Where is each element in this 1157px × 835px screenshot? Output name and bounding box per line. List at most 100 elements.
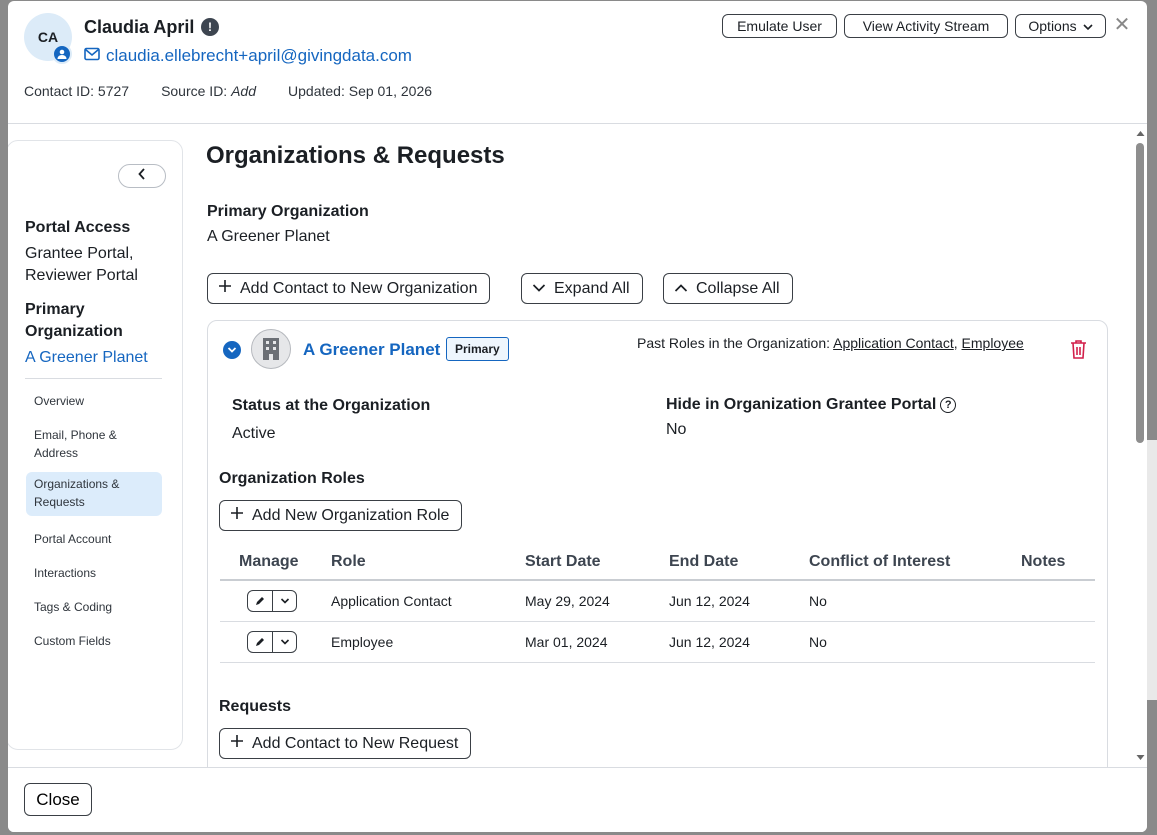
collapse-all-button[interactable]: Collapse All (663, 273, 793, 304)
end-date-cell: Jun 12, 2024 (669, 580, 809, 622)
portal-access-value-line1: Grantee Portal, (25, 245, 134, 262)
collapse-sidebar-button[interactable] (118, 164, 166, 188)
chevron-down-icon (532, 280, 546, 298)
manage-split-button (247, 589, 297, 612)
button-label: Add Contact to New Request (252, 734, 459, 752)
background-page-edge (1147, 440, 1157, 700)
primary-org-value: A Greener Planet (207, 228, 330, 245)
view-activity-stream-button[interactable]: View Activity Stream (844, 14, 1008, 38)
building-icon (251, 329, 291, 369)
hide-in-portal-value: No (666, 421, 687, 438)
organization-name-link[interactable]: A Greener Planet (303, 340, 440, 360)
source-id-label: Source ID: (161, 83, 228, 99)
contact-modal: CA Claudia April ! claudia.ellebrecht+ap… (8, 1, 1147, 832)
plus-icon (230, 506, 244, 525)
help-icon[interactable]: ? (940, 397, 957, 413)
conflict-cell: No (809, 580, 1021, 622)
options-dropdown-button[interactable]: Options (1015, 14, 1106, 38)
plus-icon (218, 279, 232, 298)
notes-cell (1021, 580, 1095, 622)
updated-date: Updated: Sep 01, 2026 (288, 83, 433, 99)
sidebar-primary-org-link[interactable]: A Greener Planet (25, 349, 148, 367)
primary-org-heading-line1: Primary (25, 301, 85, 318)
button-label: Add Contact to New Organization (240, 279, 478, 297)
col-conflict-of-interest: Conflict of Interest (809, 545, 1021, 581)
expand-all-button[interactable]: Expand All (521, 273, 643, 304)
primary-org-label: Primary Organization (207, 203, 369, 220)
role-cell: Employee (331, 621, 525, 663)
add-contact-to-new-request-button[interactable]: Add Contact to New Request (219, 728, 472, 759)
sidebar-item-email-phone-address[interactable]: Email, Phone & Address (26, 423, 162, 465)
col-role: Role (331, 545, 525, 581)
status-value: Active (232, 425, 276, 442)
sidebar-item-label: Email, Phone & (34, 428, 117, 442)
chevron-down-icon (1083, 18, 1093, 34)
status-label: Status at the Organization (232, 397, 431, 414)
start-date-cell: May 29, 2024 (525, 580, 669, 622)
requests-heading: Requests (219, 698, 292, 715)
past-role-link-employee[interactable]: Employee (962, 335, 1024, 351)
hide-in-portal-label-text: Hide in Organization Grantee Portal (666, 396, 937, 413)
notes-cell (1021, 621, 1095, 663)
past-role-link-application-contact[interactable]: Application Contact (833, 335, 954, 351)
sidebar-item-organizations-requests[interactable]: Organizations & Requests (26, 472, 162, 516)
contact-email-link[interactable]: claudia.ellebrecht+april@givingdata.com (84, 46, 412, 66)
source-id: Source ID: Add (161, 83, 256, 99)
plus-icon (230, 734, 244, 753)
alert-icon[interactable]: ! (201, 18, 219, 36)
button-label: Expand All (554, 279, 630, 297)
chevron-down-icon[interactable] (272, 631, 296, 652)
sidebar-item-interactions[interactable]: Interactions (26, 561, 162, 585)
end-date-cell: Jun 12, 2024 (669, 621, 809, 663)
primary-org-heading-line2: Organization (25, 323, 123, 340)
conflict-cell: No (809, 621, 1021, 663)
col-end-date: End Date (669, 545, 809, 581)
collapse-org-chevron-icon[interactable] (223, 341, 241, 359)
close-icon[interactable]: ✕ (1112, 15, 1132, 35)
portal-access-heading: Portal Access (25, 219, 131, 236)
pencil-icon[interactable] (248, 591, 272, 611)
chevron-down-icon[interactable] (272, 590, 296, 611)
col-manage: Manage (220, 545, 331, 581)
user-icon (52, 44, 72, 64)
scrollbar-thumb[interactable] (1136, 143, 1144, 443)
table-row: Employee Mar 01, 2024 Jun 12, 2024 No (220, 621, 1095, 663)
hide-in-portal-label: Hide in Organization Grantee Portal? (666, 396, 957, 414)
organization-roles-table: Manage Role Start Date End Date Conflict… (220, 545, 1095, 663)
contact-id: Contact ID: 5727 (24, 83, 130, 99)
primary-badge: Primary (446, 337, 509, 361)
modal-footer (8, 767, 1147, 832)
role-cell: Application Contact (331, 580, 525, 622)
pencil-icon[interactable] (248, 632, 272, 652)
add-new-organization-role-button[interactable]: Add New Organization Role (219, 500, 463, 531)
start-date-cell: Mar 01, 2024 (525, 621, 669, 663)
close-button[interactable]: Close (24, 783, 92, 816)
sidebar-item-label: Address (34, 446, 79, 460)
col-start-date: Start Date (525, 545, 669, 581)
manage-cell (220, 621, 331, 663)
table-row: Application Contact May 29, 2024 Jun 12,… (220, 580, 1095, 622)
contact-name: Claudia April (84, 17, 195, 37)
emulate-user-button[interactable]: Emulate User (722, 14, 837, 38)
portal-access-value-line2: Reviewer Portal (25, 267, 138, 284)
trash-icon[interactable] (1070, 339, 1087, 364)
chevron-left-icon (138, 167, 146, 185)
manage-cell (220, 580, 331, 622)
add-contact-to-new-organization-button[interactable]: Add Contact to New Organization (207, 273, 491, 304)
past-roles-separator: , (953, 335, 962, 351)
button-label: Add New Organization Role (252, 506, 450, 524)
sidebar-divider (25, 378, 162, 379)
sidebar-item-label: Organizations & (34, 477, 120, 491)
sidebar-item-portal-account[interactable]: Portal Account (26, 527, 162, 551)
source-id-add-link[interactable]: Add (231, 83, 256, 99)
manage-split-button (247, 630, 297, 653)
sidebar-item-tags-coding[interactable]: Tags & Coding (26, 595, 162, 619)
chevron-up-icon (674, 280, 688, 298)
past-roles-label: Past Roles in the Organization: (637, 335, 834, 351)
sidebar-item-overview[interactable]: Overview (26, 389, 162, 413)
mail-icon (84, 46, 100, 66)
contact-email[interactable]: claudia.ellebrecht+april@givingdata.com (106, 46, 412, 66)
sidebar-item-custom-fields[interactable]: Custom Fields (26, 629, 162, 653)
contact-meta: Contact ID: 5727 Source ID: Add Updated:… (24, 83, 432, 99)
options-label: Options (1028, 18, 1077, 34)
